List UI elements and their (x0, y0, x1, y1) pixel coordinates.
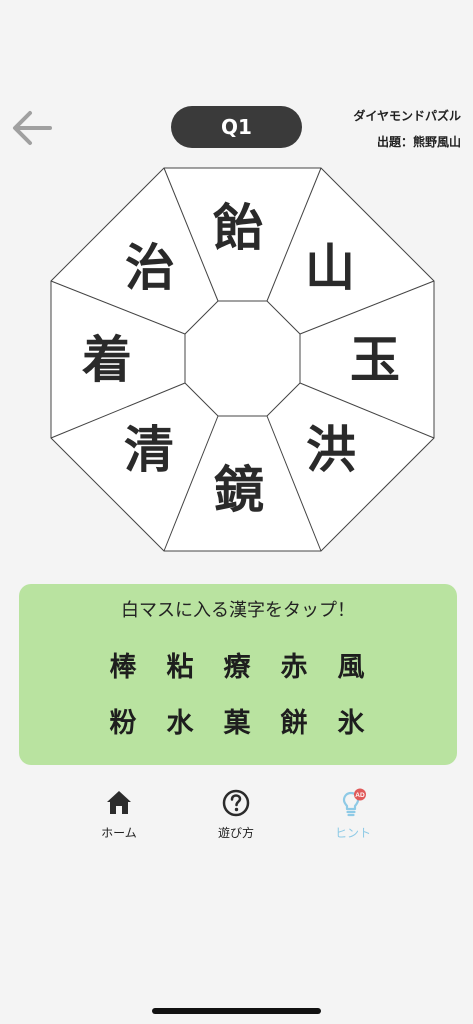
help-circle-icon (222, 789, 250, 817)
choice-button[interactable]: 療 (217, 644, 257, 684)
nav-how-to-play-label: 遊び方 (217, 826, 254, 840)
board-cell-top: 飴 (213, 199, 263, 257)
board-cell-top-right: 山 (305, 239, 355, 297)
board-cell-right: 玉 (350, 331, 400, 389)
choice-button[interactable]: 氷 (331, 700, 371, 740)
answer-blank-cell[interactable] (196, 313, 286, 403)
nav-hint-label: ヒント (334, 826, 371, 840)
choice-button[interactable]: 棒 (103, 644, 143, 684)
choice-button[interactable]: 菓 (217, 700, 257, 740)
instruction-text: 白マスに入る漢字をタップ！ (121, 600, 355, 621)
board-cell-bottom-left: 清 (124, 421, 174, 479)
ad-badge-text: AD (355, 792, 365, 799)
choice-button[interactable]: 粉 (103, 700, 143, 740)
nav-home-label: ホーム (101, 826, 137, 840)
choice-button[interactable]: 粘 (160, 644, 200, 684)
board-cell-left: 着 (82, 331, 132, 389)
nav-how-to-play[interactable]: 遊び方 (196, 788, 276, 848)
nav-hint[interactable]: AD ヒント (313, 788, 393, 848)
choice-button[interactable]: 餅 (274, 700, 314, 740)
choice-button[interactable]: 風 (331, 644, 371, 684)
lightbulb-ad-icon: AD (342, 788, 366, 817)
board-cell-bottom-right: 洪 (306, 421, 356, 479)
choice-button[interactable]: 赤 (274, 644, 314, 684)
nav-home[interactable]: ホーム (79, 788, 159, 848)
kanji-choice-panel: 白マスに入る漢字をタップ！ 棒 粘 療 赤 風 粉 水 菓 餅 氷 (19, 584, 457, 765)
home-icon (107, 791, 131, 814)
home-indicator (152, 1008, 321, 1014)
board-cell-top-left: 治 (125, 239, 175, 297)
board-cell-bottom: 鏡 (214, 461, 264, 519)
choice-button[interactable]: 水 (160, 700, 200, 740)
